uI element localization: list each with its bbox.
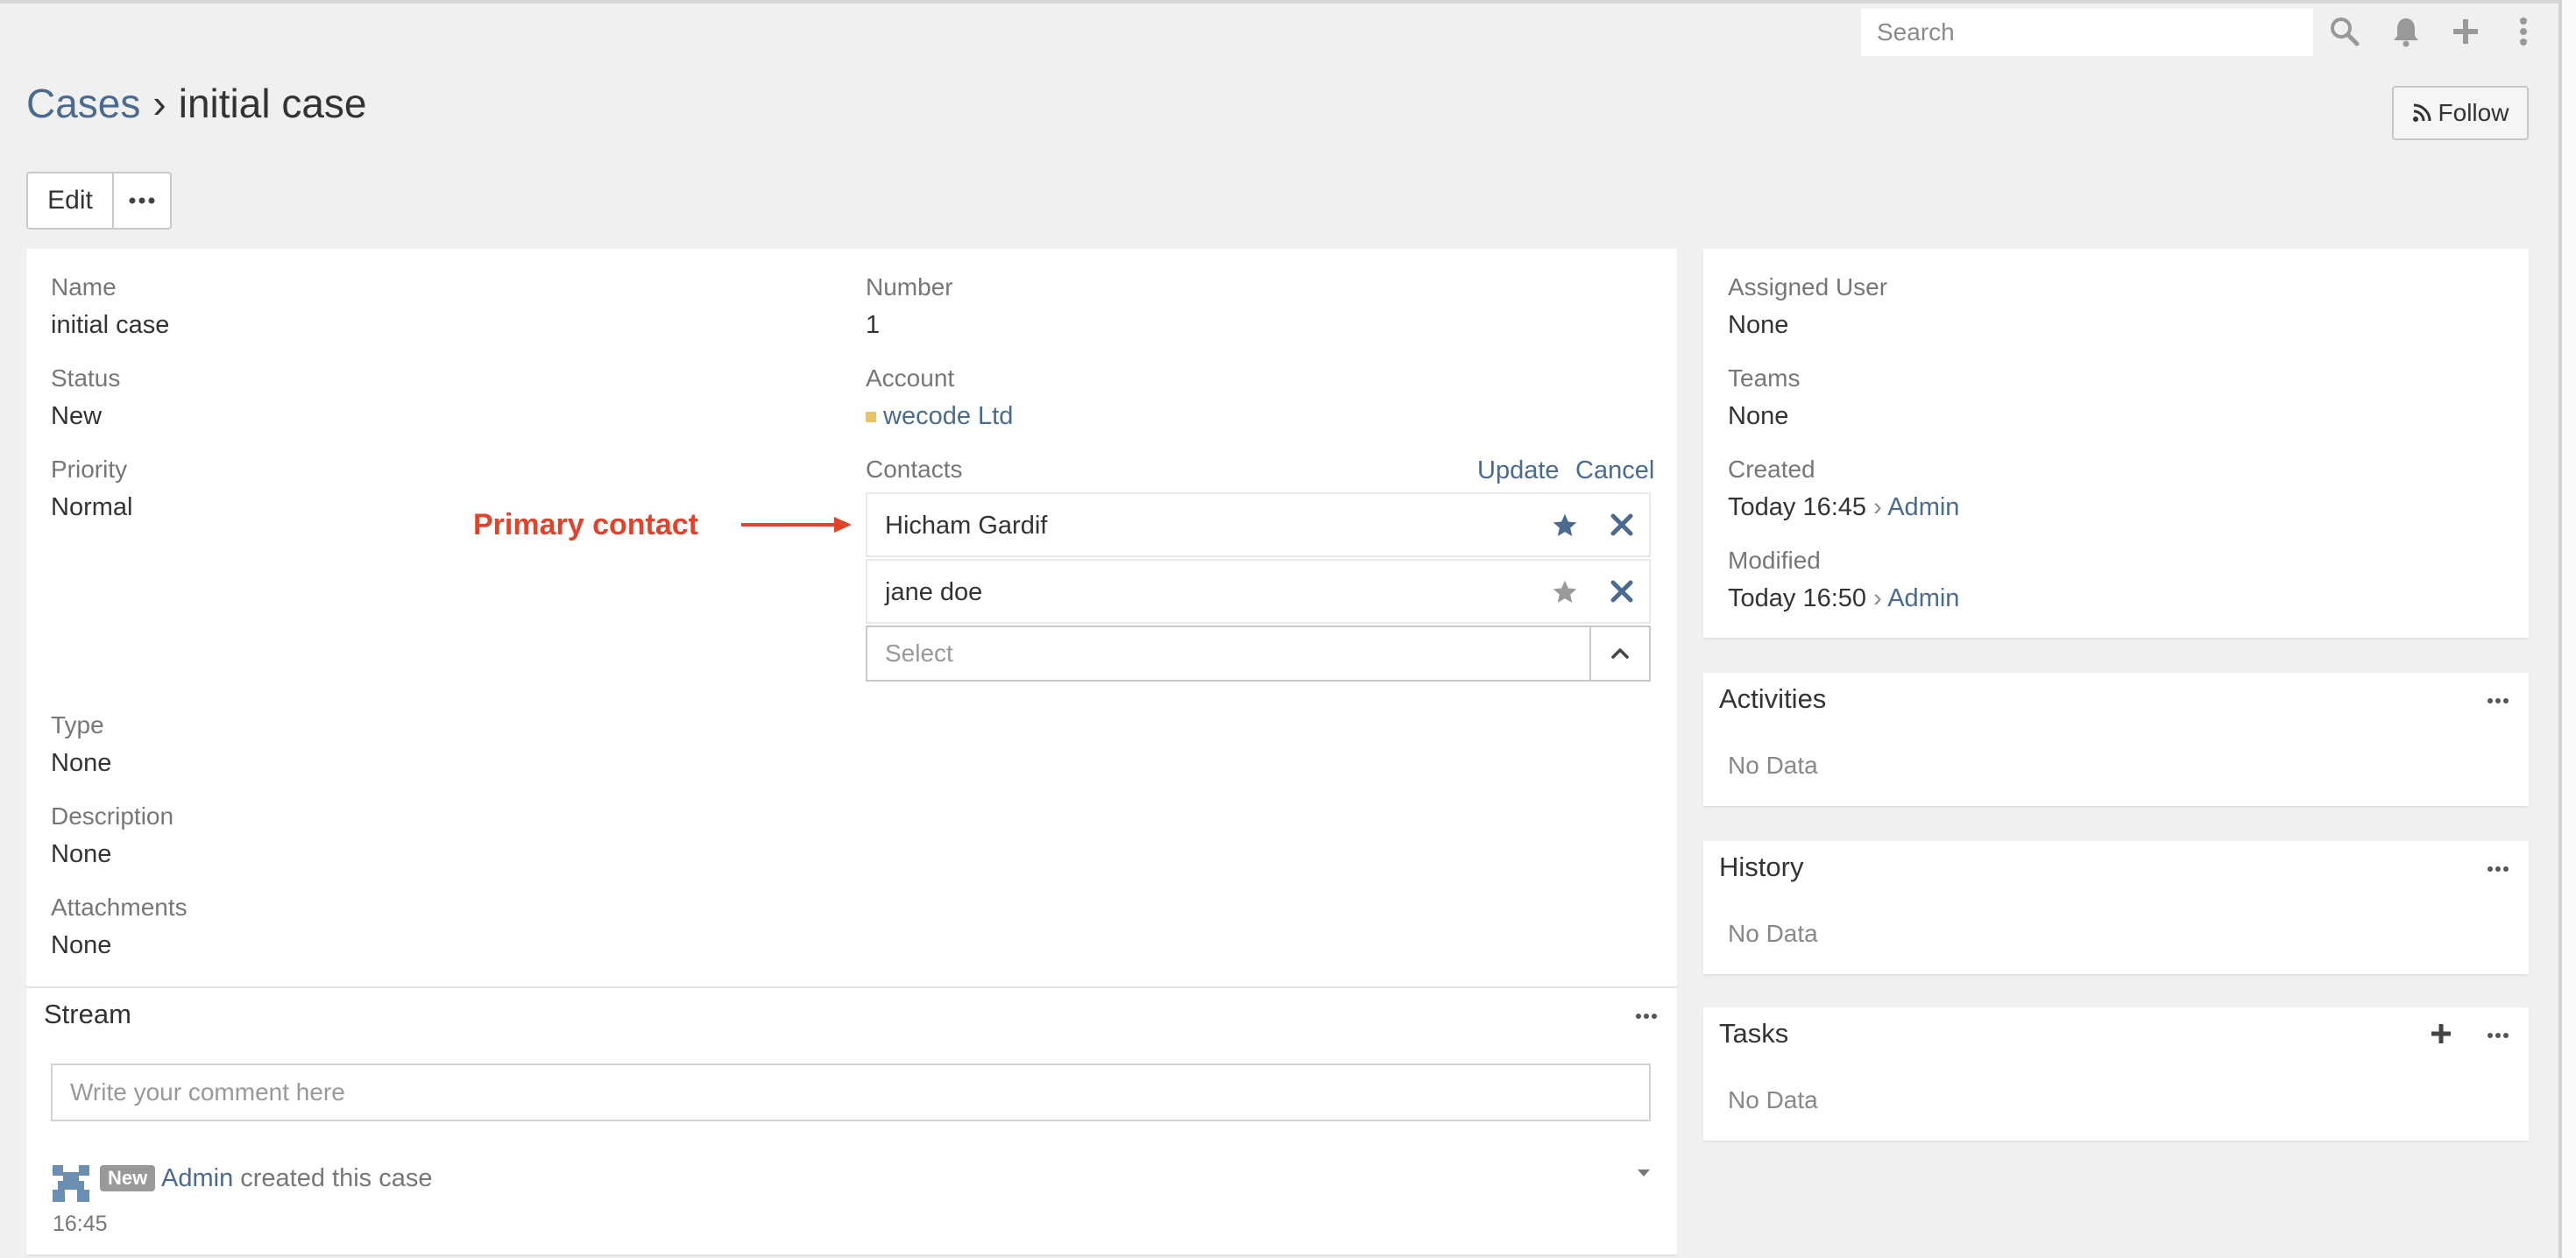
plus-icon[interactable] xyxy=(2446,12,2485,51)
priority-value: Normal xyxy=(51,493,133,521)
modified-by-separator: › xyxy=(1873,584,1882,612)
account-label: Account xyxy=(866,364,955,392)
remove-contact-icon[interactable] xyxy=(1609,578,1635,609)
edit-button[interactable]: Edit xyxy=(26,172,114,230)
name-label: Name xyxy=(51,273,117,300)
teams-value: None xyxy=(1728,402,1789,430)
status-badge: New xyxy=(100,1165,156,1191)
account-marker-icon xyxy=(866,412,876,423)
avatar[interactable] xyxy=(53,1165,89,1202)
type-value: None xyxy=(51,749,112,777)
modified-by-link[interactable]: Admin xyxy=(1887,584,1959,612)
activities-empty: No Data xyxy=(1728,752,1818,779)
account-field: wecode Ltd xyxy=(866,399,1013,433)
history-menu-icon[interactable] xyxy=(2487,866,2509,873)
primary-contact-annotation: Primary contact xyxy=(473,508,698,541)
annotation-arrow-icon xyxy=(741,517,852,533)
breadcrumb: Cases › initial case xyxy=(26,77,367,130)
modified-label: Modified xyxy=(1728,547,1821,574)
remove-contact-icon[interactable] xyxy=(1609,512,1635,542)
created-label: Created xyxy=(1728,456,1815,483)
activities-menu-icon[interactable] xyxy=(2487,697,2509,704)
activities-panel: Activities No Data xyxy=(1703,673,2529,806)
follow-label: Follow xyxy=(2438,99,2509,126)
assigned-user-label: Assigned User xyxy=(1728,273,1888,300)
set-primary-star-icon[interactable] xyxy=(1551,578,1579,611)
page-title: initial case xyxy=(178,81,367,126)
stream-action-text: created this case xyxy=(240,1164,433,1192)
stream-entry-text: Admin created this case xyxy=(161,1162,433,1195)
priority-label: Priority xyxy=(51,456,128,483)
cancel-link[interactable]: Cancel xyxy=(1575,454,1654,487)
more-actions-button[interactable] xyxy=(114,172,172,230)
number-value: 1 xyxy=(866,311,881,339)
teams-label: Teams xyxy=(1728,364,1801,392)
history-title: History xyxy=(1719,852,1804,882)
status-value: New xyxy=(51,402,103,430)
tasks-menu-icon[interactable] xyxy=(2487,1032,2509,1039)
created-by-link[interactable]: Admin xyxy=(1887,493,1959,521)
stream-panel: Stream New Admin created this case 16:45 xyxy=(26,986,1677,1254)
attachments-label: Attachments xyxy=(51,894,188,921)
description-label: Description xyxy=(51,802,174,830)
search-icon[interactable] xyxy=(2325,12,2364,51)
stream-menu-icon[interactable] xyxy=(1635,1013,1658,1020)
chevron-up-icon xyxy=(1611,648,1629,659)
caret-down-icon[interactable] xyxy=(1637,1169,1651,1177)
type-label: Type xyxy=(51,711,104,739)
scrollbar-track[interactable] xyxy=(2562,0,2576,1258)
global-search-input[interactable] xyxy=(1861,9,2313,56)
number-label: Number xyxy=(866,273,953,300)
bell-icon[interactable] xyxy=(2387,12,2425,51)
contact-select-input[interactable] xyxy=(867,627,1589,680)
stream-user-link[interactable]: Admin xyxy=(161,1164,233,1192)
tasks-title: Tasks xyxy=(1719,1018,1789,1049)
contact-select xyxy=(866,625,1651,682)
primary-star-icon[interactable] xyxy=(1551,512,1579,544)
top-border xyxy=(0,0,2558,4)
rss-icon xyxy=(2412,103,2431,122)
history-panel: History No Data xyxy=(1703,841,2529,974)
comment-input[interactable] xyxy=(51,1064,1651,1121)
tasks-panel: Tasks No Data xyxy=(1703,1007,2529,1141)
modified-value: Today 16:50 xyxy=(1728,584,1867,612)
created-value: Today 16:45 xyxy=(1728,493,1867,521)
select-toggle-button[interactable] xyxy=(1589,627,1649,680)
kebab-menu-icon[interactable] xyxy=(2504,12,2543,51)
side-panel: Assigned User None Teams None Created To… xyxy=(1703,249,2529,638)
contacts-label: Contacts xyxy=(866,456,963,483)
attachments-value: None xyxy=(51,931,112,959)
activities-title: Activities xyxy=(1719,683,1827,714)
contact-name[interactable]: Hicham Gardif xyxy=(885,510,1047,541)
breadcrumb-separator: › xyxy=(152,81,166,126)
contact-item: jane doe xyxy=(866,559,1651,624)
account-link[interactable]: wecode Ltd xyxy=(883,402,1013,430)
description-value: None xyxy=(51,840,112,868)
stream-title: Stream xyxy=(44,999,131,1029)
breadcrumb-link-cases[interactable]: Cases xyxy=(26,81,140,126)
modified-field: Today 16:50 › Admin xyxy=(1728,582,1959,615)
created-by-separator: › xyxy=(1873,493,1882,521)
contact-item: Hicham Gardif xyxy=(866,492,1651,557)
tasks-empty: No Data xyxy=(1728,1086,1818,1113)
created-field: Today 16:45 › Admin xyxy=(1728,491,1959,524)
stream-entry-time: 16:45 xyxy=(53,1212,108,1236)
status-label: Status xyxy=(51,364,121,392)
history-empty: No Data xyxy=(1728,920,1818,947)
contact-name[interactable]: jane doe xyxy=(885,576,982,608)
record-actions: Edit xyxy=(26,172,172,230)
follow-button[interactable]: Follow xyxy=(2392,86,2529,140)
name-value: initial case xyxy=(51,311,170,339)
assigned-user-value: None xyxy=(1728,311,1789,339)
update-link[interactable]: Update xyxy=(1477,454,1560,487)
ellipsis-icon xyxy=(129,197,155,204)
add-task-plus-icon[interactable] xyxy=(2431,1023,2452,1044)
